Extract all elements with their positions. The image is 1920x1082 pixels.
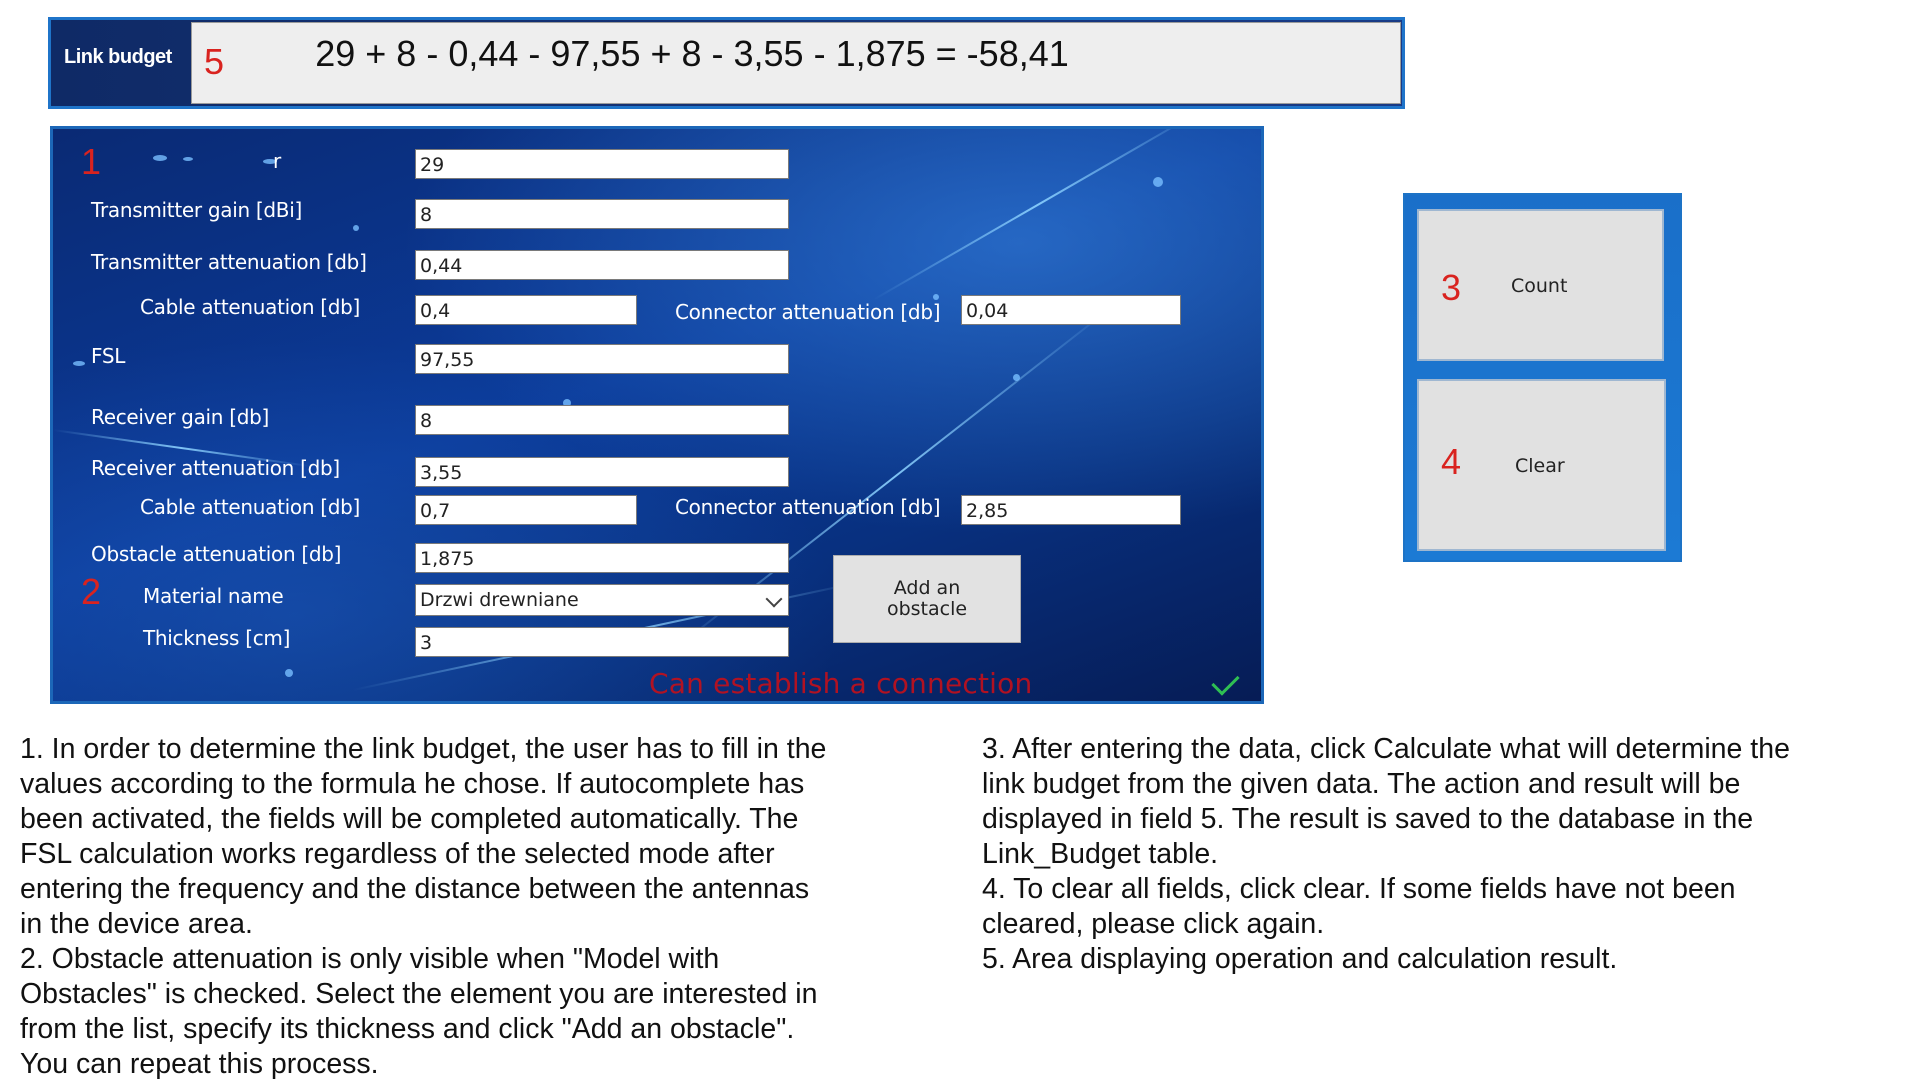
background-streak: [872, 129, 1203, 301]
rx-connector-input[interactable]: 2,85: [961, 495, 1181, 525]
action-button-panel: 3 Count 4 Clear: [1403, 193, 1682, 562]
marker-3: 3: [1441, 267, 1462, 308]
background-dot: [153, 155, 167, 161]
background-dot: [353, 225, 359, 231]
thickness-input[interactable]: 3: [415, 627, 789, 657]
tx-gain-label: Transmitter gain [dBi]: [91, 198, 302, 222]
rx-attenuation-input[interactable]: 3,55: [415, 457, 789, 487]
instruction-line: 1. In order to determine the link budget…: [20, 733, 827, 765]
instruction-line: in the device area.: [20, 908, 253, 940]
instruction-line: cleared, please click again.: [982, 908, 1325, 940]
instructions-right: 3. After entering the data, click Calcul…: [982, 732, 1912, 977]
marker-1: 1: [81, 141, 102, 182]
rx-gain-input[interactable]: 8: [415, 405, 789, 435]
tx-attenuation-label: Transmitter attenuation [db]: [91, 250, 367, 274]
obstacle-attenuation-label: Obstacle attenuation [db]: [91, 542, 342, 566]
result-text: 29 + 8 - 0,44 - 97,55 + 8 - 3,55 - 1,875…: [315, 33, 1069, 74]
tx-attenuation-input[interactable]: 0,44: [415, 250, 789, 280]
add-obstacle-label-line1: Add an: [893, 577, 961, 599]
add-obstacle-button[interactable]: Add an obstacle: [833, 555, 1021, 643]
material-select[interactable]: Drzwi drewniane: [415, 584, 789, 616]
instruction-line: been activated, the fields will be compl…: [20, 803, 799, 835]
rx-gain-label: Receiver gain [db]: [91, 405, 270, 429]
instruction-line: from the list, specify its thickness and…: [20, 1013, 795, 1045]
marker-2: 2: [81, 571, 102, 612]
background-dot: [73, 361, 85, 366]
fsl-input[interactable]: 97,55: [415, 344, 789, 374]
background-dot: [183, 157, 193, 161]
instruction-line: 5. Area displaying operation and calcula…: [982, 943, 1618, 975]
instruction-line: displayed in field 5. The result is save…: [982, 803, 1754, 835]
result-display: 5 29 + 8 - 0,44 - 97,55 + 8 - 3,55 - 1,8…: [191, 22, 1401, 104]
instruction-line: values according to the formula he chose…: [20, 768, 805, 800]
tx-cable-label: Cable attenuation [db]: [140, 295, 361, 319]
background-dot: [1153, 177, 1163, 187]
instructions-left: 1. In order to determine the link budget…: [20, 732, 970, 1082]
instruction-line: link budget from the given data. The act…: [982, 768, 1741, 800]
rx-connector-label: Connector attenuation [db]: [675, 495, 941, 519]
obstacle-attenuation-input[interactable]: 1,875: [415, 543, 789, 573]
material-select-value: Drzwi drewniane: [420, 589, 579, 611]
count-button[interactable]: 3 Count: [1417, 209, 1664, 361]
rx-attenuation-label: Receiver attenuation [db]: [91, 456, 340, 480]
instruction-line: 4. To clear all fields, click clear. If …: [982, 873, 1736, 905]
instruction-line: You can repeat this process.: [20, 1048, 379, 1080]
checkmark-icon: [1211, 667, 1240, 696]
count-button-label: Count: [1511, 275, 1568, 297]
frequency-input[interactable]: 29: [415, 149, 789, 179]
background-dot: [285, 669, 293, 677]
instruction-line: FSL calculation works regardless of the …: [20, 838, 775, 870]
rx-cable-input[interactable]: 0,7: [415, 495, 637, 525]
tx-cable-input[interactable]: 0,4: [415, 295, 637, 325]
clear-button[interactable]: 4 Clear: [1417, 379, 1666, 551]
instruction-line: 3. After entering the data, click Calcul…: [982, 733, 1790, 765]
material-name-label: Material name: [143, 584, 284, 608]
link-budget-bar: Link budget 5 29 + 8 - 0,44 - 97,55 + 8 …: [48, 17, 1405, 109]
link-budget-title: Link budget: [64, 46, 172, 68]
thickness-label: Thickness [cm]: [143, 626, 291, 650]
tx-connector-input[interactable]: 0,04: [961, 295, 1181, 325]
marker-4: 4: [1441, 441, 1462, 482]
clear-button-label: Clear: [1515, 455, 1565, 477]
tx-gain-input[interactable]: 8: [415, 199, 789, 229]
fsl-label: FSL: [91, 344, 126, 368]
instruction-line: Obstacles" is checked. Select the elemen…: [20, 978, 818, 1010]
background-dot: [1013, 374, 1020, 381]
add-obstacle-label-line2: obstacle: [886, 598, 968, 620]
rx-cable-label: Cable attenuation [db]: [140, 495, 361, 519]
connection-status: Can establish a connection: [649, 667, 1033, 700]
chevron-down-icon[interactable]: [765, 590, 783, 608]
frequency-label: r: [273, 149, 281, 173]
instruction-line: entering the frequency and the distance …: [20, 873, 810, 905]
tx-connector-label: Connector attenuation [db]: [675, 300, 941, 324]
instruction-line: 2. Obstacle attenuation is only visible …: [20, 943, 720, 975]
link-budget-form: 1 2 r 29 Transmitter gain [dBi] 8 Transm…: [50, 126, 1264, 704]
instruction-line: Link_Budget table.: [982, 838, 1219, 870]
